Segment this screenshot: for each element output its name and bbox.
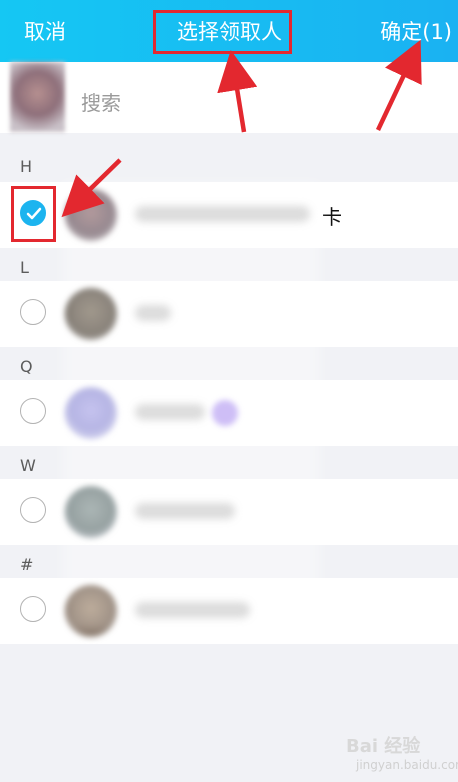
watermark-url: jingyan.baidu.com (356, 758, 458, 772)
arrow-to-title-icon (217, 50, 258, 133)
arrow-to-checkbox-icon (61, 158, 122, 218)
annotation-arrows (61, 39, 422, 218)
arrow-to-confirm-icon (375, 39, 422, 131)
watermark-logo: Bai 经验 (346, 736, 421, 757)
